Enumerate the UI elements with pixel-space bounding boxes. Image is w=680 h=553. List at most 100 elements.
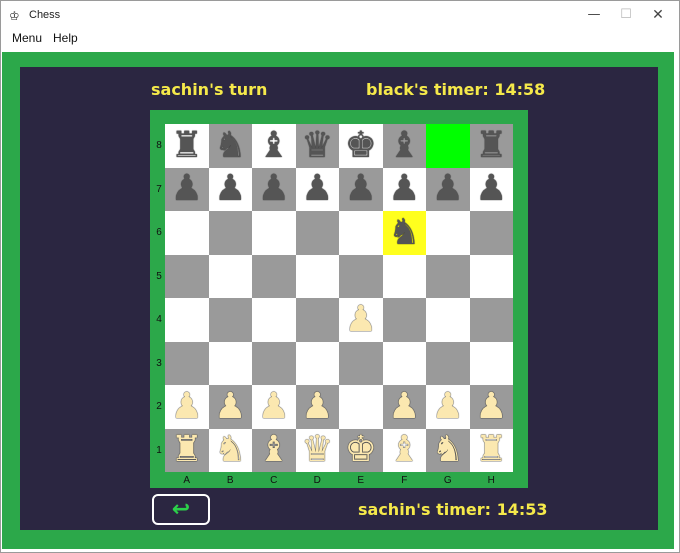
square-f7[interactable]: ♟ <box>382 167 426 211</box>
square-e2[interactable] <box>339 385 383 429</box>
square-a1[interactable]: ♜ <box>165 428 209 472</box>
square-c8[interactable]: ♝ <box>252 124 296 168</box>
square-g8[interactable] <box>426 124 470 168</box>
square-c3[interactable] <box>252 341 296 385</box>
square-b8[interactable]: ♞ <box>208 124 252 168</box>
square-h2[interactable]: ♟ <box>469 385 513 429</box>
square-d3[interactable] <box>295 341 339 385</box>
white-bishop-icon[interactable]: ♝ <box>258 432 290 468</box>
white-knight-icon[interactable]: ♞ <box>432 432 464 468</box>
white-rook-icon[interactable]: ♜ <box>475 432 507 468</box>
square-a7[interactable]: ♟ <box>165 167 209 211</box>
square-g5[interactable] <box>426 254 470 298</box>
square-c7[interactable]: ♟ <box>252 167 296 211</box>
square-e5[interactable] <box>339 254 383 298</box>
square-h7[interactable]: ♟ <box>469 167 513 211</box>
black-king-icon[interactable]: ♚ <box>345 127 377 164</box>
square-b5[interactable] <box>208 254 252 298</box>
square-e1[interactable]: ♚ <box>339 428 383 472</box>
square-b1[interactable]: ♞ <box>208 428 252 472</box>
black-pawn-icon[interactable]: ♟ <box>475 171 507 207</box>
black-rook-icon[interactable]: ♜ <box>475 127 507 164</box>
white-queen-icon[interactable]: ♛ <box>301 432 333 468</box>
white-pawn-icon[interactable]: ♟ <box>171 388 203 425</box>
square-a4[interactable] <box>165 298 209 342</box>
square-d1[interactable]: ♛ <box>295 428 339 472</box>
white-rook-icon[interactable]: ♜ <box>171 432 203 468</box>
black-queen-icon[interactable]: ♛ <box>301 127 333 164</box>
square-c1[interactable]: ♝ <box>252 428 296 472</box>
square-g4[interactable] <box>426 298 470 342</box>
white-pawn-icon[interactable]: ♟ <box>258 388 290 425</box>
black-pawn-icon[interactable]: ♟ <box>258 171 290 207</box>
white-pawn-icon[interactable]: ♟ <box>432 388 464 425</box>
square-g7[interactable]: ♟ <box>426 167 470 211</box>
square-c5[interactable] <box>252 254 296 298</box>
square-d6[interactable] <box>295 211 339 255</box>
square-h5[interactable] <box>469 254 513 298</box>
square-b4[interactable] <box>208 298 252 342</box>
square-d8[interactable]: ♛ <box>295 124 339 168</box>
square-f4[interactable] <box>382 298 426 342</box>
square-b7[interactable]: ♟ <box>208 167 252 211</box>
square-b3[interactable] <box>208 341 252 385</box>
menu-item-menu[interactable]: Menu <box>12 31 42 45</box>
square-h4[interactable] <box>469 298 513 342</box>
square-b6[interactable] <box>208 211 252 255</box>
square-a6[interactable] <box>165 211 209 255</box>
square-d4[interactable] <box>295 298 339 342</box>
black-knight-icon[interactable]: ♞ <box>388 214 420 251</box>
square-b2[interactable]: ♟ <box>208 385 252 429</box>
white-pawn-icon[interactable]: ♟ <box>345 301 377 338</box>
square-g1[interactable]: ♞ <box>426 428 470 472</box>
black-pawn-icon[interactable]: ♟ <box>301 171 333 207</box>
square-f5[interactable] <box>382 254 426 298</box>
square-g2[interactable]: ♟ <box>426 385 470 429</box>
square-e6[interactable] <box>339 211 383 255</box>
square-e4[interactable]: ♟ <box>339 298 383 342</box>
square-d5[interactable] <box>295 254 339 298</box>
square-h3[interactable] <box>469 341 513 385</box>
white-pawn-icon[interactable]: ♟ <box>475 388 507 425</box>
square-d7[interactable]: ♟ <box>295 167 339 211</box>
menu-item-help[interactable]: Help <box>53 31 78 45</box>
square-c2[interactable]: ♟ <box>252 385 296 429</box>
black-pawn-icon[interactable]: ♟ <box>388 171 420 207</box>
square-c4[interactable] <box>252 298 296 342</box>
square-f2[interactable]: ♟ <box>382 385 426 429</box>
black-bishop-icon[interactable]: ♝ <box>388 127 420 164</box>
square-e7[interactable]: ♟ <box>339 167 383 211</box>
square-f3[interactable] <box>382 341 426 385</box>
square-h1[interactable]: ♜ <box>469 428 513 472</box>
square-e3[interactable] <box>339 341 383 385</box>
square-g3[interactable] <box>426 341 470 385</box>
square-e8[interactable]: ♚ <box>339 124 383 168</box>
white-king-icon[interactable]: ♚ <box>345 432 377 468</box>
square-a5[interactable] <box>165 254 209 298</box>
white-pawn-icon[interactable]: ♟ <box>301 388 333 425</box>
minimize-icon[interactable]: — <box>579 5 609 25</box>
square-c6[interactable] <box>252 211 296 255</box>
maximize-icon[interactable]: ☐ <box>611 5 641 25</box>
square-d2[interactable]: ♟ <box>295 385 339 429</box>
white-pawn-icon[interactable]: ♟ <box>388 388 420 425</box>
black-rook-icon[interactable]: ♜ <box>171 127 203 164</box>
black-pawn-icon[interactable]: ♟ <box>432 171 464 207</box>
undo-button[interactable]: ↩ <box>152 494 210 525</box>
white-pawn-icon[interactable]: ♟ <box>214 388 246 425</box>
black-pawn-icon[interactable]: ♟ <box>345 171 377 207</box>
square-a2[interactable]: ♟ <box>165 385 209 429</box>
square-h8[interactable]: ♜ <box>469 124 513 168</box>
white-knight-icon[interactable]: ♞ <box>214 432 246 468</box>
black-knight-icon[interactable]: ♞ <box>214 127 246 164</box>
black-pawn-icon[interactable]: ♟ <box>171 171 203 207</box>
square-f1[interactable]: ♝ <box>382 428 426 472</box>
black-pawn-icon[interactable]: ♟ <box>214 171 246 207</box>
square-h6[interactable] <box>469 211 513 255</box>
square-a8[interactable]: ♜ <box>165 124 209 168</box>
white-bishop-icon[interactable]: ♝ <box>388 432 420 468</box>
square-g6[interactable] <box>426 211 470 255</box>
square-f8[interactable]: ♝ <box>382 124 426 168</box>
black-bishop-icon[interactable]: ♝ <box>258 127 290 164</box>
square-a3[interactable] <box>165 341 209 385</box>
